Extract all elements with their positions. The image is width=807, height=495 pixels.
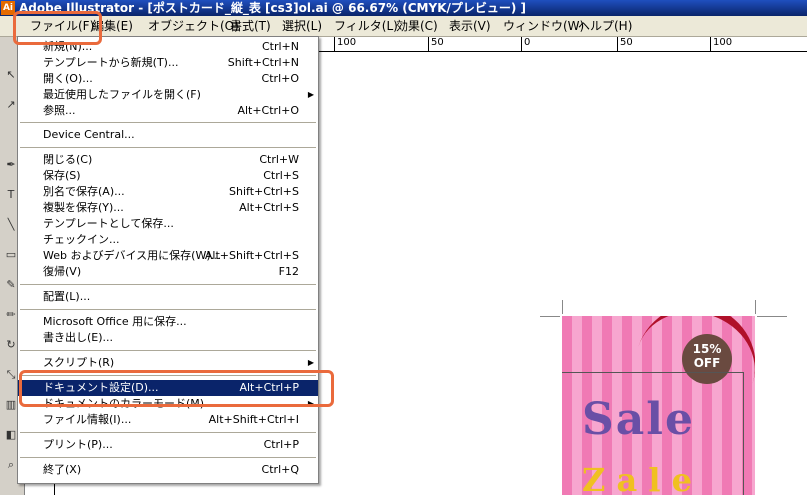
menu-item-shortcut: F12 — [278, 265, 299, 278]
document-setup-highlight — [19, 370, 334, 407]
menu-separator — [20, 309, 316, 310]
menu-item-label: ファイル情報(I)... — [43, 413, 132, 426]
menu-item-shortcut: Alt+Shift+Ctrl+I — [208, 413, 299, 426]
menu-item-label: 保存(S) — [43, 169, 81, 182]
menu-item-shortcut: Shift+Ctrl+S — [229, 185, 299, 198]
menu-item-label: 開く(O)... — [43, 72, 93, 85]
menu-filter[interactable]: フィルタ(L) — [334, 18, 398, 34]
menu-separator — [20, 350, 316, 351]
menu-item-save-as[interactable]: 別名で保存(A)... Shift+Ctrl+S — [18, 184, 318, 200]
postcard-artwork[interactable]: 15% OFF Sale Z a l e — [562, 316, 755, 495]
menu-item-label: スクリプト(R) — [43, 356, 115, 369]
menu-help[interactable]: ヘルプ(H) — [578, 18, 632, 34]
file-menu-highlight — [13, 11, 102, 45]
menu-item-label: Device Central... — [43, 128, 135, 141]
menu-item-print[interactable]: プリント(P)... Ctrl+P — [18, 437, 318, 453]
menu-window[interactable]: ウィンドウ(W) — [503, 18, 584, 34]
menu-item-check-in[interactable]: チェックイン... — [18, 232, 318, 248]
menu-item-label: プリント(P)... — [43, 438, 113, 451]
menu-item-label: 書き出し(E)... — [43, 331, 114, 344]
menu-item-exit[interactable]: 終了(X) Ctrl+Q — [18, 462, 318, 478]
menu-item-shortcut: Alt+Ctrl+O — [237, 104, 299, 117]
menu-item-save[interactable]: 保存(S) Ctrl+S — [18, 168, 318, 184]
menu-item-shortcut: Shift+Ctrl+N — [227, 56, 299, 69]
menu-type[interactable]: 書式(T) — [230, 18, 271, 34]
menu-item-scripts[interactable]: スクリプト(R) ▶ — [18, 355, 318, 371]
menu-item-label: 参照... — [43, 104, 76, 117]
menu-item-label: 復帰(V) — [43, 265, 82, 278]
menu-item-label: 別名で保存(A)... — [43, 185, 125, 198]
menu-item-shortcut: Ctrl+Q — [261, 463, 299, 476]
ruler-label: 100 — [710, 37, 732, 51]
menu-item-shortcut: Alt+Shift+Ctrl+S — [204, 249, 299, 262]
menu-item-shortcut: Ctrl+N — [261, 40, 299, 53]
ruler-label: 50 — [428, 37, 444, 51]
menu-item-new-from-template[interactable]: テンプレートから新規(T)... Shift+Ctrl+N — [18, 55, 318, 71]
menu-separator — [20, 284, 316, 285]
menu-item-shortcut: Alt+Ctrl+S — [239, 201, 299, 214]
menu-item-label: 最近使用したファイルを開く(F) — [43, 88, 201, 101]
crop-mark — [562, 300, 563, 314]
menu-effect[interactable]: 効果(C) — [396, 18, 438, 34]
menu-item-label: 閉じる(C) — [43, 153, 93, 166]
menu-item-open-recent[interactable]: 最近使用したファイルを開く(F) ▶ — [18, 87, 318, 103]
menu-item-label: 配置(L)... — [43, 290, 91, 303]
crop-mark — [755, 300, 756, 314]
crop-mark — [540, 316, 560, 317]
menu-select[interactable]: 選択(L) — [282, 18, 322, 34]
menu-item-export[interactable]: 書き出し(E)... — [18, 330, 318, 346]
menu-separator — [20, 457, 316, 458]
sale-text: Sale — [582, 394, 695, 445]
menu-item-device-central[interactable]: Device Central... — [18, 127, 318, 143]
menu-item-shortcut: Ctrl+W — [259, 153, 299, 166]
menu-item-browse[interactable]: 参照... Alt+Ctrl+O — [18, 103, 318, 119]
ruler-label: 0 — [521, 37, 530, 51]
menu-item-place[interactable]: 配置(L)... — [18, 289, 318, 305]
menu-item-file-info[interactable]: ファイル情報(I)... Alt+Shift+Ctrl+I — [18, 412, 318, 428]
submenu-arrow-icon: ▶ — [307, 358, 314, 367]
menu-separator — [20, 147, 316, 148]
menu-object[interactable]: オブジェクト(O) — [148, 18, 239, 34]
menu-separator — [20, 122, 316, 123]
title-bar: Ai Adobe Illustrator - [ポストカード_縦_表 [cs3]o… — [0, 0, 807, 16]
menu-item-shortcut: Ctrl+O — [261, 72, 299, 85]
menu-item-save-ms-office[interactable]: Microsoft Office 用に保存... — [18, 314, 318, 330]
file-menu-dropdown: 新規(N)... Ctrl+N テンプレートから新規(T)... Shift+Ctr… — [17, 36, 319, 484]
menu-item-close[interactable]: 閉じる(C) Ctrl+W — [18, 152, 318, 168]
menu-item-shortcut: Ctrl+P — [263, 438, 299, 451]
menu-item-label: Web およびデバイス用に保存(W)... — [43, 249, 222, 262]
ruler-label: 50 — [617, 37, 633, 51]
menu-item-label: 複製を保存(Y)... — [43, 201, 124, 214]
menu-item-save-copy[interactable]: 複製を保存(Y)... Alt+Ctrl+S — [18, 200, 318, 216]
crop-mark — [757, 316, 787, 317]
menu-item-save-as-template[interactable]: テンプレートとして保存... — [18, 216, 318, 232]
menu-view[interactable]: 表示(V) — [449, 18, 491, 34]
menu-separator — [20, 432, 316, 433]
sale-text-2: Z a l e — [582, 461, 693, 495]
menu-item-revert[interactable]: 復帰(V) F12 — [18, 264, 318, 280]
menu-item-label: Microsoft Office 用に保存... — [43, 315, 187, 328]
menu-item-shortcut: Ctrl+S — [263, 169, 299, 182]
badge-off: OFF — [693, 356, 721, 370]
menu-bar: ファイル(F) 編集(E) オブジェクト(O) 書式(T) 選択(L) フィルタ… — [0, 16, 807, 37]
menu-item-label: チェックイン... — [43, 233, 120, 246]
menu-item-label: 終了(X) — [43, 463, 82, 476]
menu-item-open[interactable]: 開く(O)... Ctrl+O — [18, 71, 318, 87]
menu-item-save-for-web[interactable]: Web およびデバイス用に保存(W)... Alt+Shift+Ctrl+S — [18, 248, 318, 264]
menu-item-label: テンプレートとして保存... — [43, 217, 174, 230]
menu-item-label: テンプレートから新規(T)... — [43, 56, 179, 69]
ruler-label: 100 — [334, 37, 356, 51]
badge-percent: 15% — [692, 342, 722, 356]
submenu-arrow-icon: ▶ — [307, 90, 314, 99]
